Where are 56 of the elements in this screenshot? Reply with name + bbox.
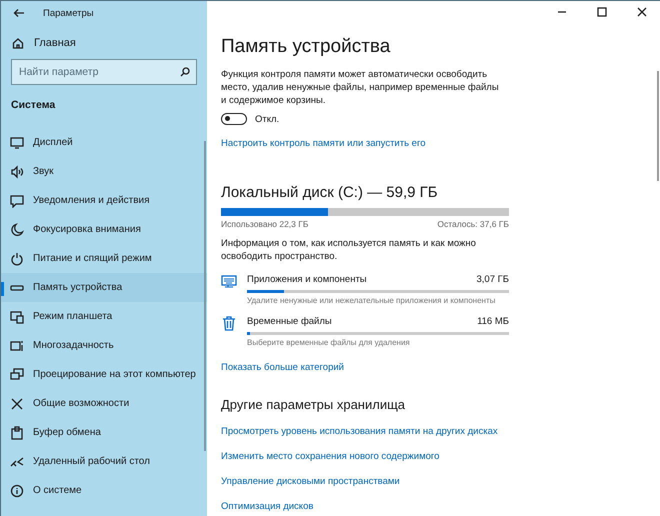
scrollbar[interactable] — [204, 141, 206, 451]
nav-item[interactable]: Звук — [1, 157, 207, 186]
remaining-text: Осталось: 37,6 ГБ — [437, 219, 509, 229]
disk-heading: Локальный диск (C:) — 59,9 ГБ — [221, 183, 439, 203]
windows-icon — [10, 338, 24, 352]
section-heading: Другие параметры хранилища — [221, 397, 406, 412]
more-categories-link[interactable]: Показать больше категорий — [221, 362, 344, 373]
category-hint: Выберите временные файлы для удаления — [247, 338, 411, 347]
toggle-switch[interactable] — [221, 113, 247, 125]
tablet-icon — [10, 310, 24, 324]
window-title: Параметры — [43, 8, 94, 18]
nav-item[interactable]: Проецирование на этот компьютер — [1, 360, 207, 389]
moon-icon — [10, 222, 24, 236]
scrollbar[interactable] — [657, 71, 659, 181]
nav-item[interactable]: Питание и спящий режим — [1, 244, 207, 273]
nav-item[interactable]: Буфер обмена — [1, 418, 207, 447]
storage-link[interactable]: Изменить место сохранения нового содержимого — [221, 449, 440, 464]
back-arrow-icon[interactable] — [13, 8, 25, 18]
maximize-icon[interactable] — [597, 7, 607, 17]
category-name[interactable]: Приложения и компоненты — [247, 274, 367, 285]
clipboard-icon — [10, 426, 24, 440]
category-size: 116 МБ — [477, 316, 509, 327]
description-text: Функция контроля памяти может автоматически освободить место, удалив ненужные файлы, например временные файлы и содержимое корзины. — [221, 68, 500, 107]
search-field[interactable]: Найти параметр — [11, 59, 197, 85]
nav-item[interactable]: Память устройства — [1, 273, 207, 302]
screens-icon — [10, 368, 24, 382]
category-size: 3,07 ГБ — [476, 274, 509, 285]
home-nav-item[interactable]: Главная — [1, 25, 207, 51]
search-icon — [180, 67, 190, 77]
info-text: Информация о том, как используется память и как можно освободить пространство. — [221, 237, 477, 263]
nav-item[interactable]: Дисплей — [1, 128, 207, 157]
toggle-label: Откл. — [255, 114, 280, 124]
info-icon — [10, 484, 24, 498]
category-hint: Удалите ненужные или нежелательные приложения и компоненты — [247, 296, 496, 305]
close-icon[interactable] — [637, 7, 647, 17]
nav-item[interactable]: Удаленный рабочий стол — [1, 447, 207, 476]
nav-item[interactable]: Уведомления и действия — [1, 186, 207, 215]
trash-icon — [221, 316, 237, 331]
speaker-icon — [10, 164, 24, 178]
home-icon — [12, 37, 24, 49]
storage-link[interactable]: Просмотреть уровень использования памяти на других дисках — [221, 424, 498, 439]
nav-item[interactable]: Общие возможности — [1, 389, 207, 418]
speech-bubble-icon — [10, 194, 24, 208]
nav-item[interactable]: Многозадачность — [1, 331, 207, 360]
nav-item[interactable]: Режим планшета — [1, 302, 207, 331]
section-heading: Система — [10, 98, 56, 113]
nav-item[interactable]: Фокусировка внимания — [1, 215, 207, 244]
storage-link[interactable]: Управление дисковыми пространствами — [221, 474, 400, 489]
used-text: Использовано 22,3 ГБ — [221, 219, 308, 229]
display-icon — [10, 136, 24, 150]
category-name[interactable]: Временные файлы — [247, 316, 332, 327]
nav-item[interactable]: О системе — [1, 476, 207, 505]
configure-link[interactable]: Настроить контроль памяти или запустить его — [221, 138, 426, 149]
page-title: Память устройства — [221, 35, 392, 59]
storage-link[interactable]: Оптимизация дисков — [221, 499, 314, 514]
power-icon — [10, 252, 24, 266]
